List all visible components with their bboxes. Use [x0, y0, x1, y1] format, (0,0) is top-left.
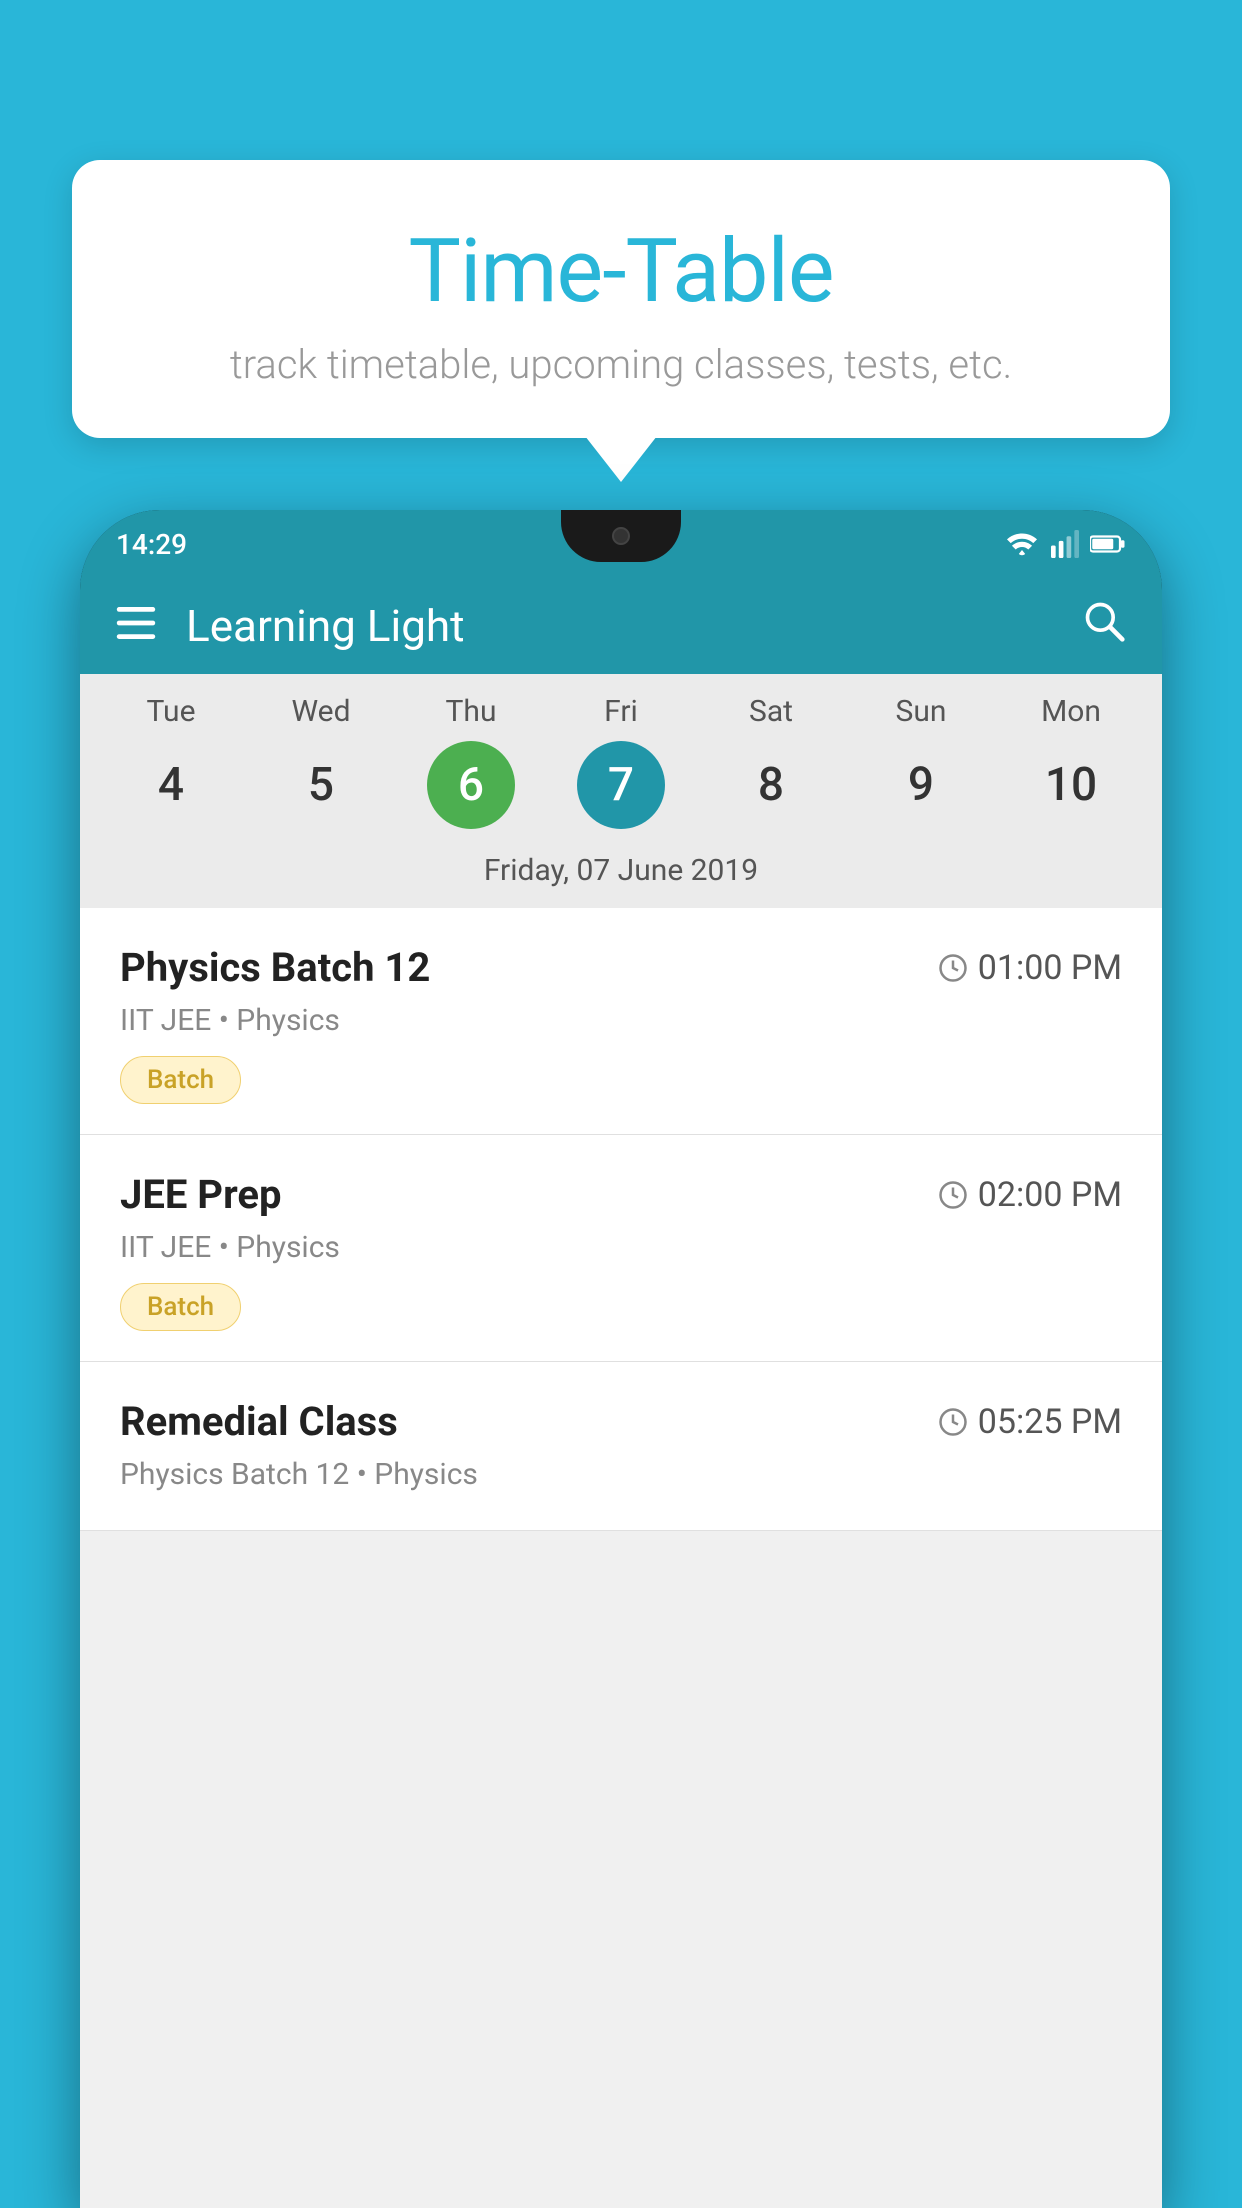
clock-icon	[938, 953, 968, 983]
phone-notch	[561, 510, 681, 562]
batch-badge: Batch	[120, 1283, 241, 1331]
days-row: Tue 4 Wed 5 Thu 6 Fri 7 Sat 8 Sun 9 Mon 10	[80, 694, 1162, 829]
app-bar: Learning Light	[80, 578, 1162, 674]
day-col[interactable]: Sun 9	[856, 694, 986, 829]
schedule-item[interactable]: JEE Prep 02:00 PM IIT JEE • Physics Batch	[80, 1135, 1162, 1362]
day-col[interactable]: Thu 6	[406, 694, 536, 829]
day-number[interactable]: 7	[577, 741, 665, 829]
day-number[interactable]: 5	[277, 741, 365, 829]
day-col[interactable]: Mon 10	[1006, 694, 1136, 829]
clock-icon	[938, 1180, 968, 1210]
day-col[interactable]: Sat 8	[706, 694, 836, 829]
hamburger-icon[interactable]	[116, 606, 156, 646]
schedule-meta: Physics Batch 12 • Physics	[120, 1457, 1122, 1492]
schedule-item-header: Physics Batch 12 01:00 PM	[120, 944, 1122, 991]
day-number[interactable]: 9	[877, 741, 965, 829]
status-time: 14:29	[116, 528, 187, 561]
schedule-meta: IIT JEE • Physics	[120, 1230, 1122, 1265]
search-icon[interactable]	[1082, 599, 1126, 653]
schedule-item[interactable]: Physics Batch 12 01:00 PM IIT JEE • Physi…	[80, 908, 1162, 1135]
day-col[interactable]: Tue 4	[106, 694, 236, 829]
wifi-icon	[1004, 530, 1040, 558]
schedule-time: 05:25 PM	[938, 1402, 1122, 1442]
day-name: Mon	[1041, 694, 1101, 729]
phone-frame: 14:29	[80, 510, 1162, 2208]
day-number[interactable]: 8	[727, 741, 815, 829]
status-icons	[1004, 530, 1126, 558]
selected-date-label[interactable]: Friday, 07 June 2019	[80, 839, 1162, 908]
schedule-time: 01:00 PM	[938, 948, 1122, 988]
day-name: Sun	[896, 694, 947, 729]
day-name: Tue	[147, 694, 196, 729]
schedule-name: Remedial Class	[120, 1398, 398, 1445]
tooltip-card: Time-Table track timetable, upcoming cla…	[72, 160, 1170, 438]
schedule-item[interactable]: Remedial Class 05:25 PM Physics Batch 12 …	[80, 1362, 1162, 1531]
schedule-name: Physics Batch 12	[120, 944, 430, 991]
schedule-name: JEE Prep	[120, 1171, 281, 1218]
status-bar: 14:29	[80, 510, 1162, 578]
day-col[interactable]: Fri 7	[556, 694, 686, 829]
day-name: Sat	[749, 694, 793, 729]
day-name: Thu	[446, 694, 497, 729]
schedule-list: Physics Batch 12 01:00 PM IIT JEE • Physi…	[80, 908, 1162, 1531]
day-name: Fri	[604, 694, 638, 729]
tooltip-subtitle: track timetable, upcoming classes, tests…	[122, 341, 1120, 388]
day-number[interactable]: 4	[127, 741, 215, 829]
schedule-meta: IIT JEE • Physics	[120, 1003, 1122, 1038]
signal-icon	[1050, 530, 1080, 558]
calendar-header: Tue 4 Wed 5 Thu 6 Fri 7 Sat 8 Sun 9 Mon 10 Friday, 07…	[80, 674, 1162, 908]
clock-icon	[938, 1407, 968, 1437]
day-name: Wed	[292, 694, 351, 729]
schedule-time: 02:00 PM	[938, 1175, 1122, 1215]
tooltip-title: Time-Table	[122, 220, 1120, 323]
battery-icon	[1090, 532, 1126, 556]
app-title: Learning Light	[186, 600, 1082, 652]
day-number[interactable]: 6	[427, 741, 515, 829]
batch-badge: Batch	[120, 1056, 241, 1104]
schedule-item-header: JEE Prep 02:00 PM	[120, 1171, 1122, 1218]
schedule-item-header: Remedial Class 05:25 PM	[120, 1398, 1122, 1445]
phone-screen: Tue 4 Wed 5 Thu 6 Fri 7 Sat 8 Sun 9 Mon 10 Friday, 07…	[80, 674, 1162, 2208]
day-col[interactable]: Wed 5	[256, 694, 386, 829]
day-number[interactable]: 10	[1027, 741, 1115, 829]
camera	[612, 527, 630, 545]
